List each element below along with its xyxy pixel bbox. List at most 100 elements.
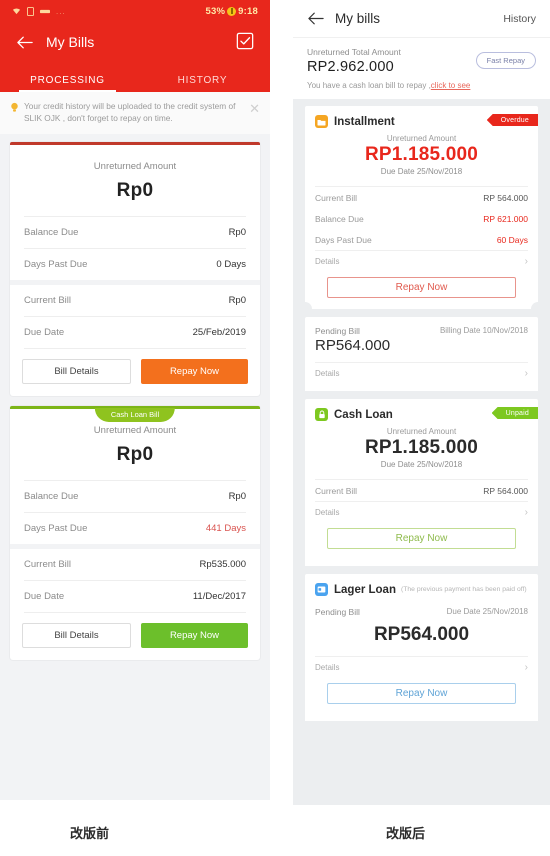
row-key: Balance Due	[24, 490, 79, 502]
repay-now-button[interactable]: Repay Now	[141, 622, 248, 648]
row-key: Current Bill	[24, 558, 71, 570]
table-row: Current Bill RP 564.000	[305, 480, 538, 501]
repay-now-button[interactable]: Repay Now	[141, 358, 248, 384]
unreturned-amount-label: Unreturned Amount	[93, 160, 177, 172]
ticket-zigzag-edge	[305, 385, 538, 391]
history-link[interactable]: History	[503, 13, 536, 25]
row-value: RP 621.000	[483, 213, 528, 224]
details-row[interactable]: Details ›	[305, 363, 538, 385]
tab-history-label: HISTORY	[177, 75, 228, 86]
table-row: Days Past Due 441 Days	[10, 513, 260, 544]
back-arrow-icon[interactable]	[14, 31, 36, 53]
row-key: Days Past Due	[315, 234, 372, 245]
loan-name: Cash Loan	[334, 408, 393, 421]
sim-card-icon	[27, 6, 34, 16]
battery-percent: 53%	[205, 5, 226, 17]
summary-block: Unreturned Total Amount RP2.962.000 Fast…	[293, 38, 550, 79]
card-header: Lager Loan (The previous payment has bee…	[305, 574, 538, 598]
before-screen: ... 53% 9:18 My Bills PROCESSING HISTORY…	[0, 0, 270, 800]
table-row: Balance Due Rp0	[10, 481, 260, 512]
cash-loan-card: Cash Loan Unpaid Unreturned Amount RP1.1…	[305, 399, 538, 566]
unreturned-amount-value: Rp0	[116, 443, 154, 465]
row-key: Days Past Due	[24, 522, 88, 534]
card-actions: Repay Now	[305, 679, 538, 715]
repay-now-button[interactable]: Repay Now	[327, 683, 516, 704]
credit-notice-bar: Your credit history will be uploaded to …	[0, 92, 270, 134]
bill-card: Unreturned Amount Rp0 Balance Due Rp0 Da…	[10, 141, 260, 396]
row-value: RP 564.000	[483, 485, 528, 496]
row-key: Days Past Due	[24, 258, 88, 270]
repay-now-button[interactable]: Repay Now	[327, 277, 516, 298]
close-icon[interactable]: ✕	[249, 100, 260, 115]
bill-details-button[interactable]: Bill Details	[22, 358, 131, 384]
pending-bill-label: Pending Bill	[315, 326, 360, 336]
bill-details-button[interactable]: Bill Details	[22, 622, 131, 648]
cash-loan-hint: You have a cash loan bill to repay ,clic…	[293, 79, 550, 99]
lager-loan-card-icon	[315, 583, 328, 596]
card-actions: Bill Details Repay Now	[10, 349, 260, 396]
tab-processing[interactable]: PROCESSING	[0, 62, 135, 92]
clock-text: 9:18	[238, 5, 258, 17]
total-amount-value: RP2.962.000	[307, 59, 394, 75]
nav-bar: My Bills	[0, 22, 270, 62]
click-to-see-link[interactable]: click to see	[431, 81, 471, 90]
tab-bar: PROCESSING HISTORY	[0, 62, 270, 92]
ticket-zigzag-edge	[305, 715, 538, 721]
row-key: Due Date	[24, 590, 65, 602]
chevron-right-icon: ›	[524, 662, 528, 673]
loans-list: Installment Overdue Unreturned Amount RP…	[293, 99, 550, 721]
row-key: Due Date	[24, 326, 65, 338]
chevron-right-icon: ›	[524, 507, 528, 518]
installment-folder-icon	[315, 115, 328, 128]
pending-header-row: Pending Bill Due Date 25/Nov/2018	[305, 598, 538, 617]
loan-name: Installment	[334, 115, 395, 128]
amount-block: Unreturned Amount RP1.185.000 Due Date 2…	[305, 423, 538, 479]
repay-now-button[interactable]: Repay Now	[327, 528, 516, 549]
details-row[interactable]: Details ›	[305, 251, 538, 273]
notch-left	[298, 302, 312, 316]
notch-right	[531, 302, 545, 316]
details-label: Details	[315, 257, 340, 266]
billing-date-text: Billing Date 10/Nov/2018	[439, 326, 528, 335]
cash-loan-lock-icon	[315, 408, 328, 421]
amount-value: RP1.185.000	[364, 144, 479, 165]
amount-block: Unreturned Amount RP1.185.000 Due Date 2…	[305, 130, 538, 186]
fast-repay-button[interactable]: Fast Repay	[475, 52, 536, 69]
tab-processing-label: PROCESSING	[30, 75, 105, 86]
caption-row: 改版前 改版后	[0, 805, 550, 856]
table-row: Due Date 25/Feb/2019	[10, 317, 260, 348]
table-row: Current Bill RP 564.000	[305, 187, 538, 208]
row-value: Rp0	[228, 490, 246, 502]
checkbox-list-icon[interactable]	[236, 32, 256, 52]
chevron-right-icon: ›	[524, 256, 528, 267]
row-value: Rp0	[228, 226, 246, 238]
amount-value: RP1.185.000	[364, 437, 479, 458]
card-actions: Repay Now	[305, 273, 538, 309]
row-value: Rp0	[228, 294, 246, 306]
loan-name: Lager Loan	[334, 583, 396, 596]
details-row[interactable]: Details ›	[305, 657, 538, 679]
due-date-text: Due Date 25/Nov/2018	[446, 607, 528, 616]
row-value: 441 Days	[205, 522, 246, 534]
row-key: Current Bill	[315, 192, 358, 203]
due-date-text: Due Date 25/Nov/2018	[380, 460, 463, 469]
row-value: RP 564.000	[483, 192, 528, 203]
due-date-text: Due Date 25/Nov/2018	[380, 167, 463, 176]
row-value: 0 Days	[216, 258, 246, 270]
caption-after: 改版后	[386, 827, 426, 842]
row-key: Current Bill	[24, 294, 71, 306]
battery-icon	[227, 6, 237, 16]
row-value: 11/Dec/2017	[192, 590, 246, 602]
details-label: Details	[315, 369, 340, 378]
details-row[interactable]: Details ›	[305, 502, 538, 524]
details-label: Details	[315, 663, 340, 672]
card-actions: Bill Details Repay Now	[10, 613, 260, 660]
back-arrow-icon[interactable]	[307, 10, 325, 28]
tab-history[interactable]: HISTORY	[135, 62, 270, 92]
table-row: Balance Due Rp0	[10, 217, 260, 248]
left-header: ... 53% 9:18 My Bills PROCESSING HISTORY	[0, 0, 270, 92]
pending-bill-card: Pending Bill Billing Date 10/Nov/2018 RP…	[305, 317, 538, 391]
details-label: Details	[315, 508, 340, 517]
pending-bill-amount: RP564.000	[315, 337, 391, 354]
table-row: Days Past Due 0 Days	[10, 249, 260, 280]
